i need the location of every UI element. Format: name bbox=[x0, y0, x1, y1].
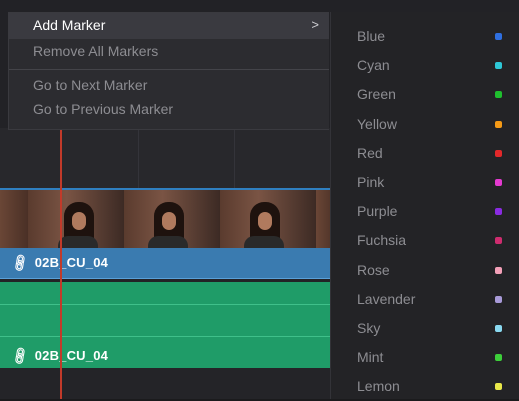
color-option-label: Lemon bbox=[357, 378, 400, 395]
audio-waveform-line bbox=[0, 336, 330, 337]
thumbnail-frame bbox=[316, 190, 330, 250]
color-swatch-icon bbox=[495, 325, 502, 332]
color-option-label: Lavender bbox=[357, 290, 416, 307]
color-option-fuchsia[interactable]: Fuchsia bbox=[331, 226, 519, 255]
menu-item-remove-all-markers[interactable]: Remove All Markers bbox=[33, 43, 158, 59]
color-swatch-icon bbox=[495, 354, 502, 362]
menu-item-go-to-previous-marker[interactable]: Go to Previous Marker bbox=[33, 101, 173, 117]
color-option-red[interactable]: Red bbox=[331, 139, 519, 168]
color-swatch-icon bbox=[495, 208, 502, 216]
color-option-rose[interactable]: Rose bbox=[331, 256, 519, 285]
grid-line bbox=[138, 128, 139, 188]
color-swatch-icon bbox=[495, 62, 502, 70]
playhead[interactable] bbox=[60, 128, 62, 399]
audio-clip-name: 02B_CU_04 bbox=[34, 348, 109, 363]
color-option-label: Rose bbox=[357, 261, 390, 278]
color-option-green[interactable]: Green bbox=[331, 80, 519, 109]
color-swatch-icon bbox=[495, 33, 502, 40]
color-option-sky[interactable]: Sky bbox=[331, 314, 519, 343]
color-option-pink[interactable]: Pink bbox=[331, 168, 519, 197]
thumbnail-frame bbox=[0, 190, 28, 250]
timeline-empty-track-area bbox=[0, 128, 330, 188]
color-option-label: Red bbox=[357, 144, 383, 161]
color-option-label: Mint bbox=[357, 349, 384, 366]
color-option-blue[interactable]: Blue bbox=[331, 22, 519, 51]
color-swatch-icon bbox=[495, 120, 502, 128]
audio-clip[interactable]: 🔗︎ 02B_CU_04 bbox=[0, 282, 330, 368]
color-option-label: Pink bbox=[357, 174, 385, 190]
color-swatch-icon bbox=[495, 91, 502, 99]
color-swatch-icon bbox=[495, 179, 502, 186]
color-option-label: Green bbox=[357, 86, 396, 103]
color-option-mint[interactable]: Mint bbox=[331, 343, 519, 372]
chevron-right-icon: > bbox=[311, 17, 319, 32]
color-option-label: Purple bbox=[357, 203, 398, 220]
color-option-label: Fuchsia bbox=[357, 232, 407, 249]
thumbnail-frame bbox=[124, 190, 220, 250]
menu-divider bbox=[9, 69, 329, 70]
video-clip-thumbnails[interactable] bbox=[0, 188, 330, 250]
menu-item-go-to-next-marker[interactable]: Go to Next Marker bbox=[33, 77, 147, 93]
color-swatch-icon bbox=[495, 149, 502, 157]
thumbnail-frame bbox=[220, 190, 316, 250]
color-swatch-icon bbox=[495, 266, 502, 274]
color-option-label: Sky bbox=[357, 320, 381, 336]
thumbnail-frame bbox=[28, 190, 124, 250]
color-option-yellow[interactable]: Yellow bbox=[331, 110, 519, 139]
color-option-lemon[interactable]: Lemon bbox=[331, 372, 519, 401]
color-swatch-icon bbox=[495, 237, 502, 245]
color-option-label: Yellow bbox=[357, 115, 397, 132]
grid-line bbox=[234, 128, 235, 188]
menu-item-add-marker[interactable]: Add Marker > bbox=[9, 13, 329, 39]
color-option-label: Blue bbox=[357, 28, 386, 44]
color-swatch-icon bbox=[495, 383, 502, 391]
video-clip-name: 02B_CU_04 bbox=[34, 255, 109, 270]
timeline-empty-track-area bbox=[0, 368, 330, 399]
video-clip[interactable]: 🔗︎ 02B_CU_04 bbox=[0, 248, 330, 279]
link-icon: 🔗︎ bbox=[8, 251, 32, 274]
context-menu: Add Marker > Remove All Markers Go to Ne… bbox=[8, 12, 329, 130]
menu-item-label: Add Marker bbox=[33, 17, 106, 33]
marker-color-submenu: Blue Cyan Green Yellow Red Pink Purple Fuchsia R… bbox=[330, 12, 519, 399]
color-option-label: Cyan bbox=[357, 57, 390, 74]
color-option-purple[interactable]: Purple bbox=[331, 197, 519, 226]
color-option-lavender[interactable]: Lavender bbox=[331, 285, 519, 314]
color-option-cyan[interactable]: Cyan bbox=[331, 51, 519, 80]
color-swatch-icon bbox=[495, 295, 502, 303]
link-icon: 🔗︎ bbox=[8, 344, 32, 367]
audio-waveform-line bbox=[0, 304, 330, 305]
